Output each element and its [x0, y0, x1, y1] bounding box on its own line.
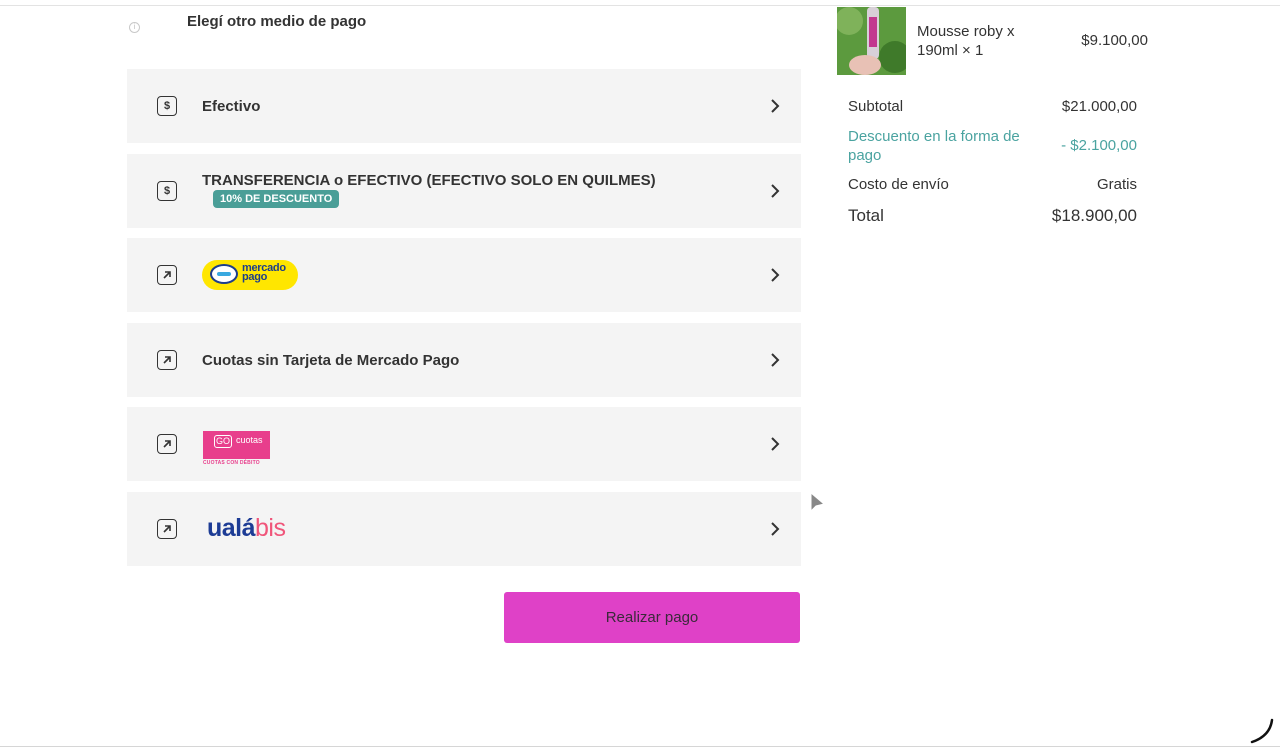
go-cuotas-logo: GO cuotas CUOTAS CON DÉBITO [203, 431, 270, 466]
summary-total: Total $18.900,00 [848, 206, 1137, 230]
payment-option-cuotas-sin-tarjeta[interactable]: Cuotas sin Tarjeta de Mercado Pago [127, 323, 801, 397]
external-link-icon [157, 519, 177, 539]
logo-text: bis [255, 514, 286, 542]
payment-option-efectivo[interactable]: $ Efectivo [127, 69, 801, 143]
handshake-icon [210, 264, 238, 284]
external-link-icon [157, 434, 177, 454]
section-title: Elegí otro medio de pago [187, 13, 367, 30]
chevron-right-icon [771, 184, 780, 198]
logo-text: ualá [207, 514, 256, 542]
external-link-icon [157, 265, 177, 285]
payment-option-label: TRANSFERENCIA o EFECTIVO (EFECTIVO SOLO … [202, 172, 656, 189]
info-icon: i [129, 22, 140, 33]
bottom-divider [0, 746, 1280, 747]
chevron-right-icon [771, 353, 780, 367]
shipping-label: Costo de envío [848, 176, 949, 193]
discount-badge: 10% DE DESCUENTO [213, 190, 340, 208]
payment-option-label: Efectivo [202, 98, 261, 115]
chevron-right-icon [771, 437, 780, 451]
total-label: Total [848, 206, 884, 225]
payment-option-uala-bis[interactable]: ualábis [127, 492, 801, 566]
total-value: $18.900,00 [1051, 206, 1137, 225]
product-thumbnail [837, 7, 906, 75]
payment-option-transferencia[interactable]: $ TRANSFERENCIA o EFECTIVO (EFECTIVO SOL… [127, 154, 801, 228]
summary-discount: Descuento en la forma de pago - $2.100,0… [848, 127, 1137, 167]
logo-text: GO [214, 435, 233, 448]
chevron-right-icon [771, 99, 780, 113]
subtotal-value: $21.000,00 [1061, 98, 1137, 115]
chevron-right-icon [771, 522, 780, 536]
payment-option-go-cuotas[interactable]: GO cuotas CUOTAS CON DÉBITO [127, 407, 801, 481]
pay-button[interactable]: Realizar pago [504, 592, 800, 643]
loading-spinner-icon [1250, 718, 1274, 744]
chevron-right-icon [771, 268, 780, 282]
mercado-pago-logo: mercado pago [202, 260, 298, 290]
top-divider [0, 5, 1280, 6]
dollar-icon: $ [157, 181, 177, 201]
product-name: Mousse roby x 190ml × 1 [917, 23, 1015, 59]
discount-value: - $2.100,00 [1061, 137, 1137, 154]
subtotal-label: Subtotal [848, 98, 904, 115]
summary-shipping: Costo de envío Gratis [848, 176, 1137, 196]
discount-label: Descuento en la forma de pago [848, 128, 1020, 164]
logo-subtext: CUOTAS CON DÉBITO [203, 460, 260, 466]
uala-bis-logo: ualábis [207, 514, 286, 543]
logo-text: cuotas [236, 435, 263, 445]
product-price: $9.100,00 [1081, 32, 1148, 49]
logo-text: pago [242, 271, 268, 283]
summary-subtotal: Subtotal $21.000,00 [848, 98, 1137, 118]
mouse-cursor-icon [810, 492, 826, 513]
shipping-value: Gratis [1096, 176, 1137, 193]
payment-option-label: Cuotas sin Tarjeta de Mercado Pago [202, 352, 460, 369]
payment-option-mercado-pago[interactable]: mercado pago [127, 238, 801, 312]
dollar-icon: $ [157, 96, 177, 116]
external-link-icon [157, 350, 177, 370]
